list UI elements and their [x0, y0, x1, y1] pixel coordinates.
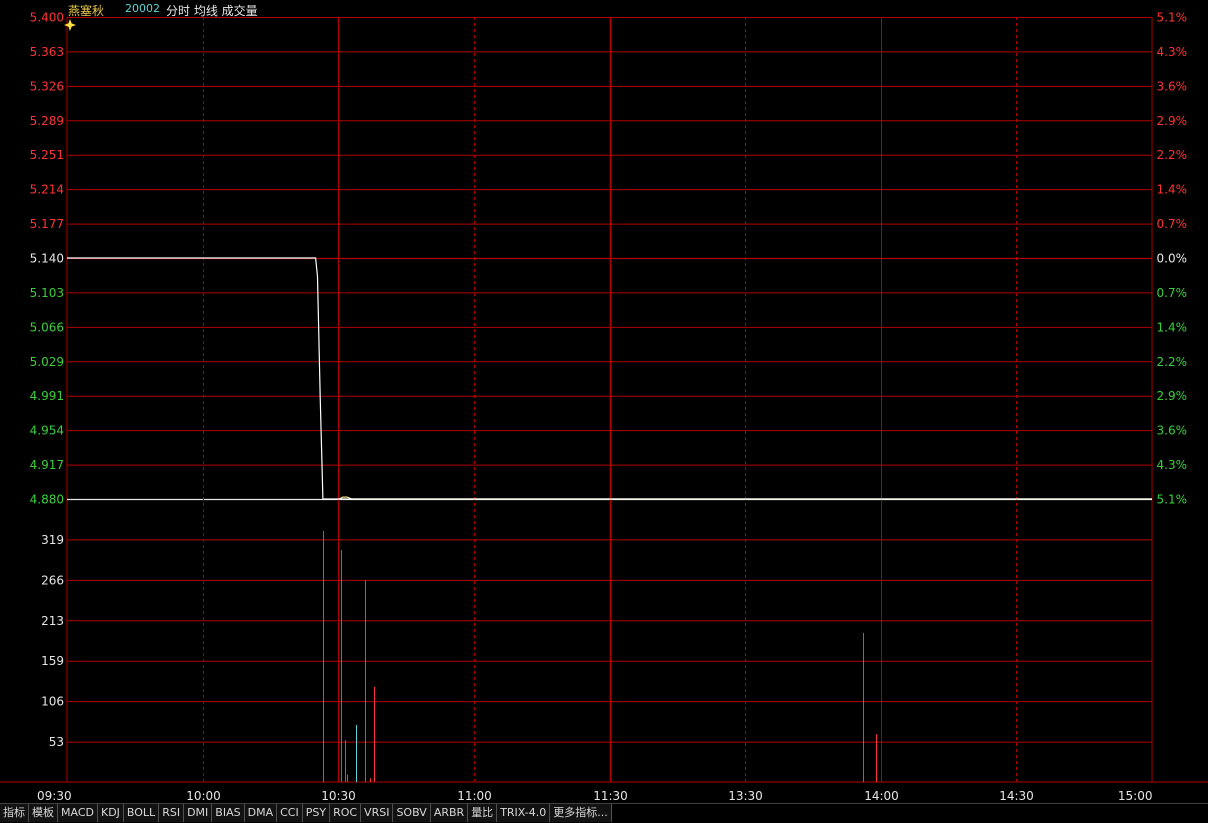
volume-bars	[323, 530, 877, 782]
indicator-tab[interactable]: DMI	[184, 804, 213, 822]
price-tick-label: 5.177	[30, 217, 64, 231]
indicator-tab[interactable]: 更多指标...	[550, 804, 612, 822]
percent-axis: 5.1% 4.3% 3.6% 2.9% 2.2% 1.4% 0.7% 0.0% 0.7% 1.4%…	[1157, 11, 1188, 507]
price-tick-label: 5.289	[30, 114, 64, 128]
volume-axis: 319 266 213 159 106 53	[41, 533, 64, 749]
time-tick-label: 15:00	[1118, 789, 1153, 803]
time-tick-label: 14:00	[864, 789, 899, 803]
price-tick-label: 5.251	[30, 148, 64, 162]
percent-tick-label: 0.7%	[1157, 286, 1188, 300]
price-lines	[67, 257, 1152, 500]
percent-tick-label: 5.1%	[1157, 493, 1188, 507]
percent-tick-label: 4.3%	[1157, 45, 1188, 59]
price-tick-label: 4.991	[30, 389, 64, 403]
stock-code: 20002	[125, 2, 160, 15]
percent-tick-label: 2.2%	[1157, 148, 1188, 162]
indicator-tab[interactable]: ARBR	[430, 804, 469, 822]
indicator-tab[interactable]: SOBV	[393, 804, 431, 822]
price-tick-label: 5.326	[30, 79, 64, 93]
indicator-tab[interactable]: VRSI	[361, 804, 394, 822]
indicator-tab[interactable]: 模板	[29, 804, 58, 822]
price-tick-label: 5.214	[30, 183, 64, 197]
price-tick-label: 5.140	[30, 252, 64, 266]
indicator-tab[interactable]: BIAS	[212, 804, 245, 822]
percent-tick-label: 2.2%	[1157, 355, 1188, 369]
indicator-tab[interactable]: ROC	[330, 804, 362, 822]
indicator-tab[interactable]: MACD	[58, 804, 98, 822]
star-icon	[64, 19, 76, 31]
indicator-tab[interactable]: 指标	[0, 804, 29, 822]
price-tick-label: 4.880	[30, 493, 64, 507]
volume-tick-label: 106	[41, 695, 64, 709]
time-tick-label: 09:30	[37, 789, 72, 803]
volume-tick-label: 213	[41, 614, 64, 628]
volume-tick-label: 159	[41, 654, 64, 668]
price-line	[67, 257, 1152, 500]
time-tick-label: 10:00	[186, 789, 221, 803]
volume-tick-label: 53	[49, 735, 64, 749]
price-tick-label: 5.363	[30, 45, 64, 59]
price-tick-label: 5.029	[30, 355, 64, 369]
price-tick-label: 4.954	[30, 424, 64, 438]
indicator-tab[interactable]: 量比	[468, 804, 498, 822]
price-axis: 5.400 5.363 5.326 5.289 5.251 5.214 5.177 5.140…	[30, 11, 64, 507]
percent-tick-label: 2.9%	[1157, 389, 1188, 403]
indicator-tab[interactable]: PSY	[302, 804, 331, 822]
price-tick-label: 5.400	[30, 11, 64, 25]
stock-name: 燕塞秋	[68, 4, 105, 18]
time-tick-label: 11:30	[593, 789, 628, 803]
percent-tick-label: 3.6%	[1157, 424, 1188, 438]
time-tick-label: 11:00	[457, 789, 492, 803]
volume-tick-label: 319	[41, 533, 64, 547]
percent-tick-label: 4.3%	[1157, 458, 1188, 472]
time-tick-label: 10:30	[321, 789, 356, 803]
percent-tick-label: 1.4%	[1157, 183, 1188, 197]
chart-grid	[0, 17, 1208, 783]
percent-tick-label: 5.1%	[1157, 11, 1188, 25]
intraday-chart[interactable]: 5.400 5.363 5.326 5.289 5.251 5.214 5.177 5.140…	[0, 0, 1208, 803]
volume-tick-label: 266	[41, 573, 64, 587]
time-tick-label: 14:30	[999, 789, 1034, 803]
indicator-tab-bar: 指标 模板 MACD KDJ BOLL RSI DMI BIAS DMA CCI PSY ROC VRS…	[0, 803, 1208, 823]
indicator-tab[interactable]: RSI	[159, 804, 185, 822]
time-tick-label: 13:30	[728, 789, 763, 803]
indicator-tab[interactable]: CCI	[277, 804, 303, 822]
percent-tick-label: 1.4%	[1157, 320, 1188, 334]
indicator-tab[interactable]: KDJ	[97, 804, 124, 822]
indicator-tab[interactable]: TRIX-4.0	[497, 804, 551, 822]
percent-tick-label: 2.9%	[1157, 114, 1188, 128]
percent-tick-label: 0.0%	[1157, 252, 1188, 266]
percent-tick-label: 0.7%	[1157, 217, 1188, 231]
chart-modes: 分时 均线 成交量	[166, 4, 258, 18]
indicator-tab[interactable]: BOLL	[123, 804, 160, 822]
price-tick-label: 4.917	[30, 458, 64, 472]
time-axis: 09:30 10:00 10:30 11:00 11:30 13:30 14:00 14:30…	[37, 789, 1153, 803]
indicator-tab[interactable]: DMA	[244, 804, 278, 822]
price-tick-label: 5.066	[30, 320, 64, 334]
percent-tick-label: 3.6%	[1157, 79, 1188, 93]
price-tick-label: 5.103	[30, 286, 64, 300]
